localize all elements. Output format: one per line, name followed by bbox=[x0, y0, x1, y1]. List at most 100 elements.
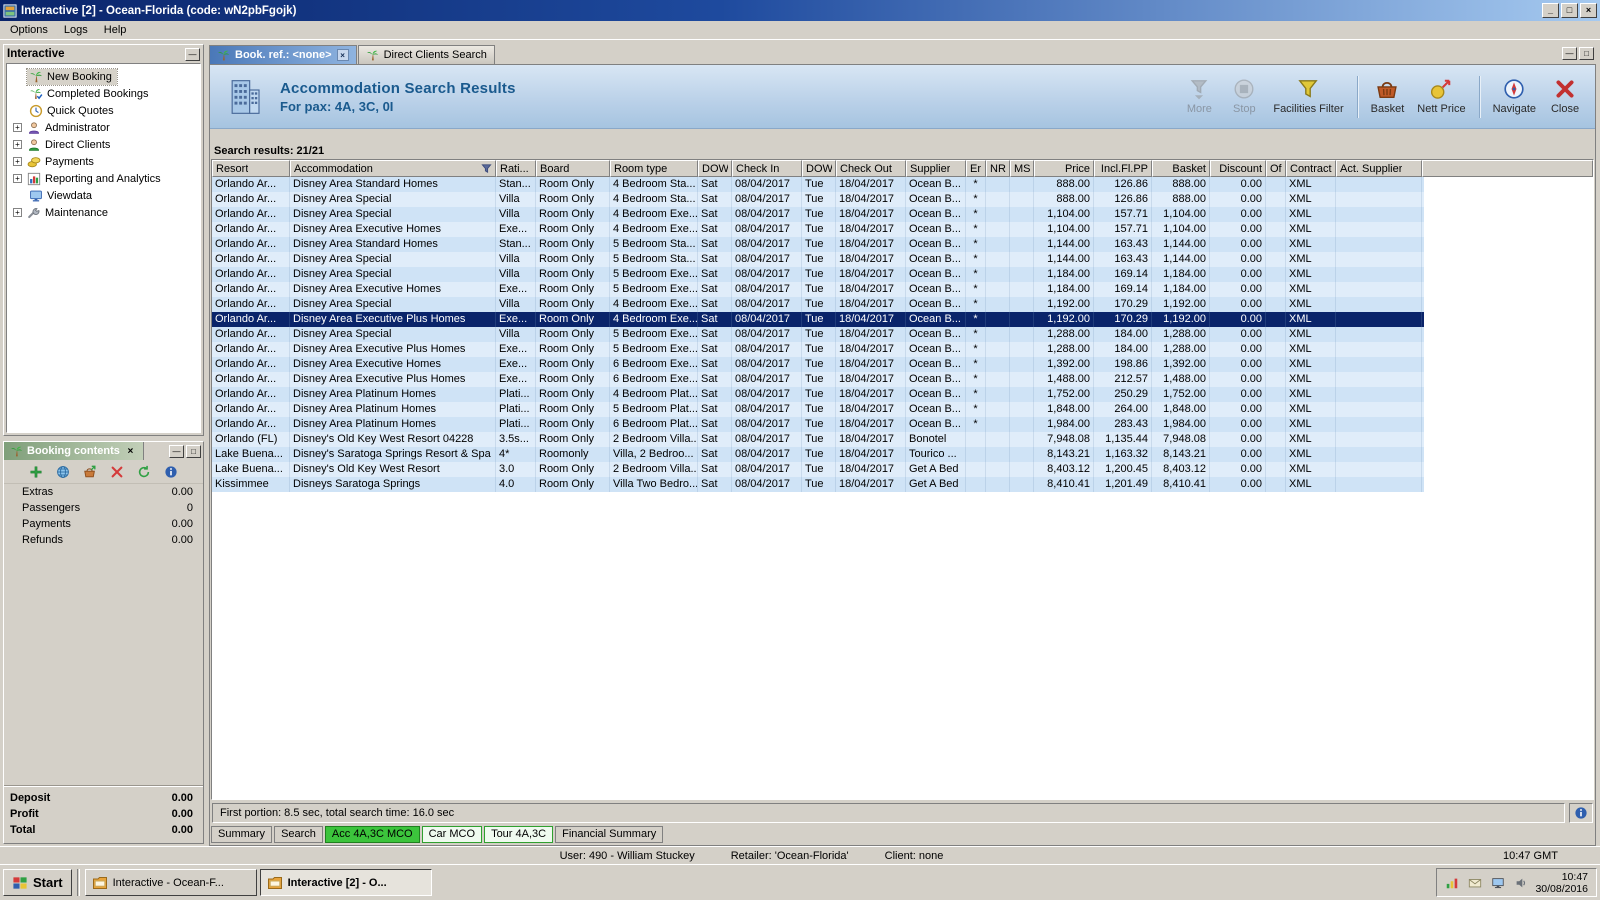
column-header-er[interactable]: Er bbox=[966, 160, 986, 177]
table-row[interactable]: Lake Buena... Disney's Saratoga Springs R… bbox=[212, 447, 1424, 462]
basket-add-button[interactable] bbox=[81, 463, 99, 481]
navigate-button[interactable]: Navigate bbox=[1493, 78, 1536, 115]
tray-display-icon[interactable] bbox=[1489, 874, 1507, 892]
tray-mail-icon[interactable] bbox=[1466, 874, 1484, 892]
table-row[interactable]: Orlando Ar... Disney Area Special Villa Roo… bbox=[212, 207, 1424, 222]
table-row[interactable]: Orlando (FL) Disney's Old Key West Resort… bbox=[212, 432, 1424, 447]
column-header-rati[interactable]: Rati... bbox=[496, 160, 536, 177]
nett-price-button[interactable]: Nett Price bbox=[1417, 78, 1466, 115]
sidebar-item-direct-clients[interactable]: + Direct Clients bbox=[7, 136, 200, 153]
column-header-discount[interactable]: Discount bbox=[1210, 160, 1266, 177]
close-tab-icon[interactable]: × bbox=[336, 49, 349, 61]
table-row[interactable]: Orlando Ar... Disney Area Executive Plus … bbox=[212, 342, 1424, 357]
column-header-dow[interactable]: DOW bbox=[698, 160, 732, 177]
mdi-minimize-button[interactable]: — bbox=[1562, 47, 1577, 60]
bottom-tab-tour-4a-3c[interactable]: Tour 4A,3C bbox=[484, 826, 554, 843]
menu-item-options[interactable]: Options bbox=[2, 22, 56, 38]
column-header-check-out[interactable]: Check Out bbox=[836, 160, 906, 177]
column-header-price[interactable]: Price bbox=[1034, 160, 1094, 177]
sidebar-item-maintenance[interactable]: + Maintenance bbox=[7, 204, 200, 221]
booking-restore-button[interactable]: □ bbox=[186, 444, 201, 458]
table-row[interactable]: Orlando Ar... Disney Area Standard Homes S… bbox=[212, 237, 1424, 252]
column-header-board[interactable]: Board bbox=[536, 160, 610, 177]
taskbar-window-interactive-ocean-f[interactable]: Interactive - Ocean-F... bbox=[84, 869, 257, 896]
table-row[interactable]: Orlando Ar... Disney Area Special Villa Roo… bbox=[212, 252, 1424, 267]
info-button[interactable] bbox=[162, 463, 180, 481]
bottom-tab-summary[interactable]: Summary bbox=[211, 826, 273, 843]
tray-chart-icon[interactable] bbox=[1443, 874, 1461, 892]
sidebar-item-administrator[interactable]: + Administrator bbox=[7, 119, 200, 136]
expand-toggle[interactable]: + bbox=[13, 208, 22, 217]
column-header-supplier[interactable]: Supplier bbox=[906, 160, 966, 177]
taskbar-window-interactive-2-o[interactable]: Interactive [2] - O... bbox=[259, 869, 432, 896]
start-button[interactable]: Start bbox=[3, 869, 72, 896]
taskbar-clock[interactable]: 10:47 30/08/2016 bbox=[1535, 871, 1588, 895]
table-row[interactable]: Kissimmee Disneys Saratoga Springs 4.0 Room… bbox=[212, 477, 1424, 492]
column-header-resort[interactable]: Resort bbox=[212, 160, 290, 177]
refresh-button[interactable] bbox=[135, 463, 153, 481]
tab-book-ref-none[interactable]: Book. ref.: <none> × bbox=[209, 45, 357, 64]
table-row[interactable]: Orlando Ar... Disney Area Special Villa Roo… bbox=[212, 267, 1424, 282]
tab-direct-clients-search[interactable]: Direct Clients Search bbox=[357, 45, 495, 64]
column-header-nr[interactable]: NR bbox=[986, 160, 1010, 177]
table-row[interactable]: Orlando Ar... Disney Area Executive Homes… bbox=[212, 222, 1424, 237]
sidebar-item-viewdata[interactable]: Viewdata bbox=[7, 187, 200, 204]
globe-button[interactable] bbox=[54, 463, 72, 481]
sidebar-item-payments[interactable]: + Payments bbox=[7, 153, 200, 170]
menu-item-logs[interactable]: Logs bbox=[56, 22, 96, 38]
menu-item-help[interactable]: Help bbox=[96, 22, 135, 38]
table-row[interactable]: Orlando Ar... Disney Area Platinum Homes P… bbox=[212, 387, 1424, 402]
column-header-room-type[interactable]: Room type bbox=[610, 160, 698, 177]
facilities-filter-button[interactable]: Facilities Filter bbox=[1273, 78, 1344, 115]
maximize-button[interactable]: □ bbox=[1561, 3, 1578, 18]
sidebar-item-reporting-and-analytics[interactable]: + Reporting and Analytics bbox=[7, 170, 200, 187]
cell-ms bbox=[1010, 432, 1034, 447]
expand-toggle[interactable]: + bbox=[13, 123, 22, 132]
table-row[interactable]: Lake Buena... Disney's Old Key West Resor… bbox=[212, 462, 1424, 477]
add-button[interactable] bbox=[27, 463, 45, 481]
bottom-tab-financial-summary[interactable]: Financial Summary bbox=[555, 826, 664, 843]
bottom-tab-car-mco[interactable]: Car MCO bbox=[421, 826, 483, 843]
close-button[interactable]: × bbox=[1580, 3, 1597, 18]
mdi-restore-button[interactable]: □ bbox=[1579, 47, 1594, 60]
bottom-tab-acc-4a-3c-mco[interactable]: Acc 4A,3C MCO bbox=[324, 826, 420, 843]
column-header-check-in[interactable]: Check In bbox=[732, 160, 802, 177]
table-row[interactable]: Orlando Ar... Disney Area Executive Homes… bbox=[212, 282, 1424, 297]
column-header-ms[interactable]: MS bbox=[1010, 160, 1034, 177]
table-row[interactable]: Orlando Ar... Disney Area Platinum Homes P… bbox=[212, 417, 1424, 432]
table-row[interactable]: Orlando Ar... Disney Area Special Villa Roo… bbox=[212, 192, 1424, 207]
sidebar-item-new-booking[interactable]: New Booking bbox=[7, 67, 200, 86]
column-header-contract[interactable]: Contract bbox=[1286, 160, 1336, 177]
expand-toggle[interactable]: + bbox=[13, 140, 22, 149]
column-header-dow[interactable]: DOW bbox=[802, 160, 836, 177]
expand-toggle[interactable]: + bbox=[13, 174, 22, 183]
sidebar-item-quick-quotes[interactable]: Quick Quotes bbox=[7, 102, 200, 119]
minimize-button[interactable]: _ bbox=[1542, 3, 1559, 18]
table-row[interactable]: Orlando Ar... Disney Area Special Villa Roo… bbox=[212, 297, 1424, 312]
column-header-of[interactable]: Of bbox=[1266, 160, 1286, 177]
sidebar-item-completed-bookings[interactable]: Completed Bookings bbox=[7, 85, 200, 102]
booking-minimize-button[interactable]: — bbox=[169, 444, 184, 458]
column-header-act-supplier[interactable]: Act. Supplier bbox=[1336, 160, 1422, 177]
close-button[interactable]: Close bbox=[1549, 78, 1581, 115]
column-header-accommodation[interactable]: Accommodation bbox=[290, 160, 496, 177]
expand-toggle[interactable]: + bbox=[13, 157, 22, 166]
delete-button[interactable] bbox=[108, 463, 126, 481]
column-header-incl-fl-pp[interactable]: Incl.Fl.PP bbox=[1094, 160, 1152, 177]
booking-contents-tab[interactable]: Booking contents × bbox=[4, 442, 144, 460]
titlebar[interactable]: Interactive [2] - Ocean-Florida (code: w… bbox=[0, 0, 1600, 21]
tray-audio-icon[interactable] bbox=[1512, 874, 1530, 892]
table-row[interactable]: Orlando Ar... Disney Area Executive Homes… bbox=[212, 357, 1424, 372]
table-row[interactable]: Orlando Ar... Disney Area Executive Plus … bbox=[212, 372, 1424, 387]
close-booking-panel-icon[interactable]: × bbox=[124, 446, 137, 457]
column-header-basket[interactable]: Basket bbox=[1152, 160, 1210, 177]
cell-check-out: 18/04/2017 bbox=[836, 267, 906, 282]
table-row[interactable]: Orlando Ar... Disney Area Special Villa Roo… bbox=[212, 327, 1424, 342]
table-row[interactable]: Orlando Ar... Disney Area Executive Plus … bbox=[212, 312, 1424, 327]
collapse-panel-button[interactable]: — bbox=[185, 47, 200, 61]
table-row[interactable]: Orlando Ar... Disney Area Standard Homes S… bbox=[212, 177, 1424, 192]
bottom-tab-search[interactable]: Search bbox=[274, 826, 323, 843]
table-row[interactable]: Orlando Ar... Disney Area Platinum Homes P… bbox=[212, 402, 1424, 417]
basket-button[interactable]: Basket bbox=[1371, 78, 1404, 115]
info-button[interactable] bbox=[1569, 802, 1593, 823]
